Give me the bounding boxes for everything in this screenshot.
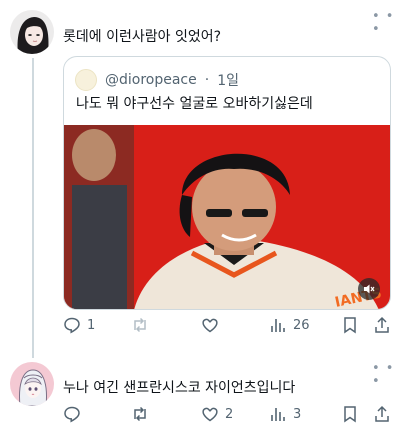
post-text: 롯데에 이런사람아 잇었어? [63, 29, 222, 45]
reply-button[interactable] [63, 405, 87, 423]
repost-button[interactable] [131, 405, 155, 423]
reply-count: 1 [87, 317, 96, 333]
post-actions: 2 3 [63, 405, 393, 427]
views-icon [271, 319, 285, 332]
post-actions: 1 26 [63, 316, 393, 338]
share-icon [375, 405, 389, 422]
like-button[interactable] [201, 316, 225, 334]
quote-text: 나도 뭐 야구선수 얼굴로 오바하기싫은데 [76, 96, 313, 112]
bookmark-icon [344, 317, 356, 334]
repost-icon [134, 317, 146, 333]
repost-icon [134, 406, 146, 422]
share-button[interactable] [373, 405, 391, 423]
reply-button[interactable]: 1 [63, 316, 95, 334]
like-count: 2 [225, 406, 234, 422]
heart-icon [202, 318, 218, 333]
share-button[interactable] [373, 316, 391, 334]
share-icon [375, 316, 389, 333]
user-avatar[interactable] [10, 362, 54, 406]
views-count: 3 [293, 406, 302, 422]
quote-video[interactable]: IANTS [64, 125, 390, 309]
bookmark-button[interactable] [341, 316, 359, 334]
views-button[interactable]: 26 [269, 316, 310, 334]
quote-time[interactable]: 1일 [217, 70, 239, 90]
quote-handle[interactable]: @dioropeace [105, 72, 197, 88]
reply-icon [64, 317, 80, 334]
bookmark-icon [344, 406, 356, 423]
views-button[interactable]: 3 [269, 405, 301, 423]
quote-header: @dioropeace · 1일 [75, 69, 239, 91]
views-icon [271, 408, 285, 421]
quote-avatar[interactable] [75, 69, 97, 91]
like-button[interactable]: 2 [201, 405, 233, 423]
repost-button[interactable] [131, 316, 155, 334]
more-dots-icon[interactable]: • • • [372, 10, 400, 36]
views-count: 26 [293, 317, 310, 333]
bookmark-button[interactable] [341, 405, 359, 423]
quoted-post-card[interactable]: @dioropeace · 1일 나도 뭐 야구선수 얼굴로 오바하기싫은데 I… [63, 56, 391, 310]
volume-mute-icon[interactable] [358, 278, 380, 300]
quote-separator: · [204, 72, 210, 88]
heart-icon [202, 407, 218, 422]
thread-line [32, 58, 34, 358]
post-text: 누나 여긴 샌프란시스코 자이언츠입니다 [63, 380, 296, 396]
reply-icon [64, 406, 80, 423]
more-dots-icon[interactable]: • • • [372, 362, 400, 388]
user-avatar[interactable] [10, 10, 54, 54]
